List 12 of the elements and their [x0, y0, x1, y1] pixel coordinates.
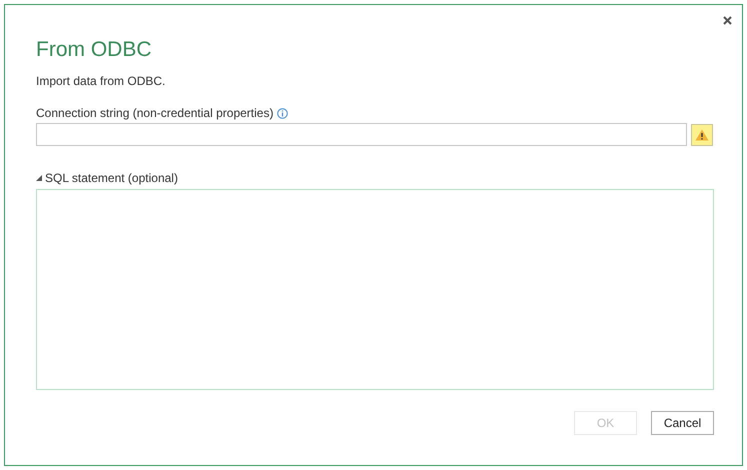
info-icon[interactable]	[277, 108, 288, 118]
connection-string-field[interactable]	[36, 123, 687, 146]
sql-statement-field[interactable]	[36, 189, 714, 390]
warning-button[interactable]	[691, 124, 713, 146]
connection-string-label: Connection string (non-credential properties)	[36, 105, 274, 121]
sql-section-toggle[interactable]: SQL statement (optional)	[36, 170, 178, 186]
dialog-title: From ODBC	[36, 37, 152, 63]
expand-triangle-icon	[36, 175, 42, 181]
dialog-subtitle: Import data from ODBC.	[36, 73, 166, 89]
close-icon	[722, 16, 732, 24]
warning-icon	[695, 128, 709, 140]
dialog-button[interactable]: Cancel	[651, 411, 714, 435]
